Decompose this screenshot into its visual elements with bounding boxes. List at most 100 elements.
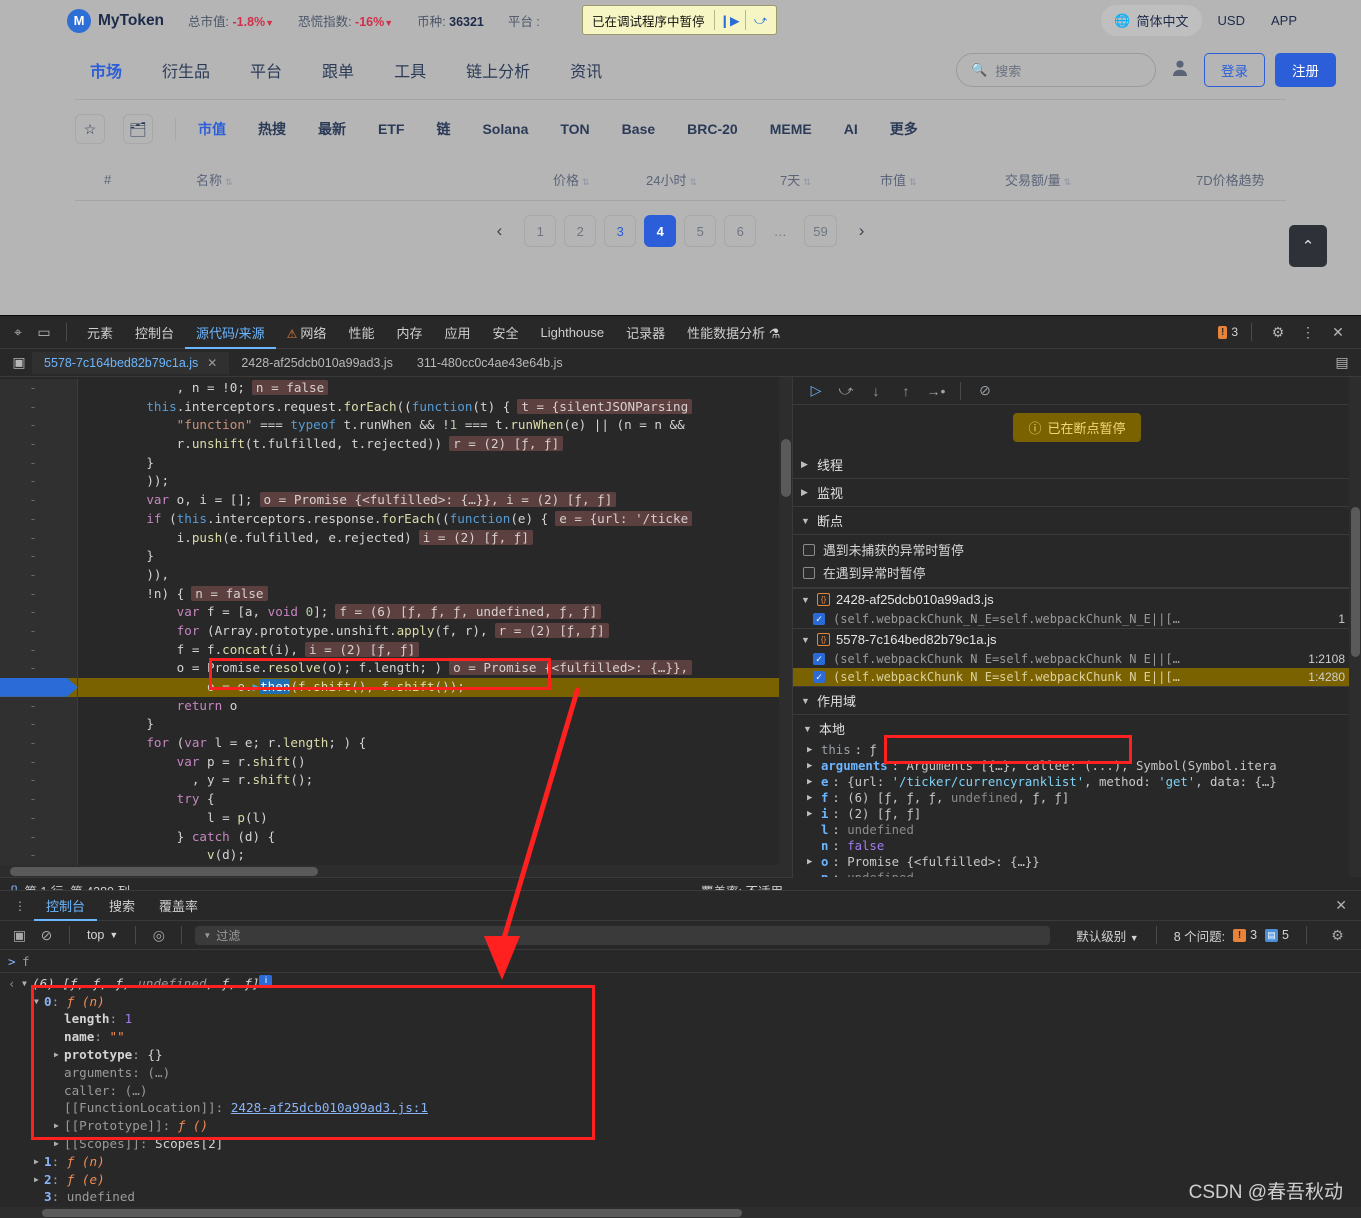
- code-line[interactable]: - r.unshift(t.fulfilled, t.rejected)) r =…: [0, 435, 792, 454]
- chip-marketcap[interactable]: 市值: [198, 119, 226, 139]
- console-output-line[interactable]: ‹ ▼ (6) [ƒ, ƒ, ƒ, undefined, ƒ, ƒ] i: [0, 974, 1361, 993]
- chevron-right-icon[interactable]: ▶: [54, 1046, 64, 1064]
- console-output-line[interactable]: ▼ 0: ƒ (n): [0, 993, 1361, 1011]
- page-1[interactable]: 1: [524, 215, 557, 247]
- favorites-star-icon[interactable]: ☆: [75, 114, 105, 144]
- currency-selector[interactable]: USD: [1208, 7, 1255, 34]
- step-icon[interactable]: →•: [921, 378, 951, 404]
- search-input[interactable]: 🔍 搜索: [956, 53, 1156, 87]
- close-icon[interactable]: ✕: [1335, 897, 1361, 914]
- gutter-breakpoint[interactable]: [0, 584, 14, 604]
- drawer-tab-coverage[interactable]: 覆盖率: [147, 890, 210, 921]
- col-7d[interactable]: 7天 ⇅: [780, 170, 811, 189]
- code-line[interactable]: - }: [0, 453, 792, 473]
- code-line[interactable]: - for (var l = e; r.length; ) {: [0, 734, 792, 753]
- gutter-breakpoint[interactable]: [0, 379, 14, 398]
- gutter-breakpoint[interactable]: [0, 472, 14, 492]
- nav-item-platform[interactable]: 平台: [250, 58, 282, 82]
- breakpoint-group-5578[interactable]: ▼ {} 5578-7c164bed82b79c1a.js: [793, 628, 1361, 650]
- section-threads[interactable]: ▶ 线程: [793, 451, 1361, 479]
- close-icon[interactable]: ✕: [1325, 319, 1351, 345]
- scope-variable[interactable]: ▶ f: (6) [ƒ, ƒ, ƒ, undefined, ƒ, ƒ]: [793, 790, 1361, 806]
- gutter-breakpoint[interactable]: [0, 659, 14, 678]
- page-3[interactable]: 3: [604, 215, 637, 247]
- code-line[interactable]: - var f = [a, void 0]; f = (6) [ƒ, ƒ, ƒ, …: [0, 603, 792, 622]
- scrollbar-thumb[interactable]: [781, 439, 791, 497]
- gutter-breakpoint[interactable]: [0, 435, 14, 454]
- chevron-right-icon[interactable]: ▶: [807, 745, 817, 755]
- chevron-right-icon[interactable]: ▶: [807, 809, 817, 819]
- code-line[interactable]: - !n) {n = false: [0, 584, 792, 604]
- editor-horizontal-scrollbar[interactable]: [0, 865, 792, 877]
- close-icon[interactable]: ✕: [207, 356, 217, 370]
- chevron-right-icon[interactable]: ▶: [807, 777, 817, 787]
- gutter-breakpoint[interactable]: [0, 827, 14, 847]
- code-line[interactable]: - )),: [0, 565, 792, 585]
- code-line[interactable]: - , y = r.shift();: [0, 771, 792, 791]
- col-volume[interactable]: 交易额/量 ⇅: [1005, 170, 1071, 189]
- login-button[interactable]: 登录: [1204, 53, 1265, 87]
- clear-console-icon[interactable]: ⊘: [33, 923, 60, 947]
- more-options-icon[interactable]: ⋮: [6, 899, 34, 913]
- scope-variable[interactable]: ▶ o: Promise {<fulfilled>: {…}}: [793, 854, 1361, 870]
- nav-item-onchain[interactable]: 链上分析: [466, 58, 530, 82]
- gutter-breakpoint[interactable]: [0, 453, 14, 473]
- console-filter-input[interactable]: ▼ 过滤: [195, 925, 1051, 945]
- app-link[interactable]: APP: [1261, 7, 1307, 34]
- back-to-top-button[interactable]: ⌃: [1289, 225, 1327, 267]
- gutter-breakpoint[interactable]: [0, 846, 14, 865]
- gutter-breakpoint[interactable]: [0, 547, 14, 566]
- gutter-breakpoint[interactable]: [0, 528, 14, 548]
- code-line[interactable]: - ));: [0, 472, 792, 492]
- tab-memory[interactable]: 内存: [385, 316, 433, 349]
- console-input-line[interactable]: > f: [0, 953, 1361, 971]
- console-warning-count[interactable]: ▤ 5: [1265, 928, 1289, 942]
- gutter-breakpoint[interactable]: [0, 715, 14, 735]
- console-output-line[interactable]: ▶ prototype: {}: [0, 1046, 1361, 1064]
- scope-variable[interactable]: ▶ this: ƒ: [793, 742, 1361, 758]
- chevron-right-icon[interactable]: ▶: [34, 1153, 44, 1171]
- settings-gear-icon[interactable]: ⚙: [1324, 923, 1351, 947]
- breakpoint-item[interactable]: ✓ (self.webpackChunk_N_E=self.webpackChu…: [793, 610, 1361, 628]
- page-4-current[interactable]: 4: [644, 215, 677, 247]
- step-out-icon[interactable]: ↑: [891, 378, 921, 404]
- info-icon[interactable]: i: [259, 974, 273, 988]
- section-watch[interactable]: ▶ 监视: [793, 479, 1361, 507]
- console-output-line[interactable]: ▶ 1: ƒ (n): [0, 1153, 1361, 1171]
- scrollbar-thumb[interactable]: [10, 867, 318, 876]
- page-5[interactable]: 5: [684, 215, 717, 247]
- live-expression-icon[interactable]: ◎: [145, 923, 172, 947]
- code-line[interactable]: - f = f.concat(i), i = (2) [ƒ, ƒ]: [0, 640, 792, 660]
- code-line[interactable]: - for (Array.prototype.unshift.apply(f, …: [0, 621, 792, 641]
- console-output-line[interactable]: 3: undefined: [0, 1188, 1361, 1206]
- chip-solana[interactable]: Solana: [482, 121, 528, 137]
- device-toolbar-icon[interactable]: ▭: [31, 319, 57, 345]
- pause-exceptions-option[interactable]: 在遇到异常时暂停: [793, 561, 1361, 584]
- code-line[interactable]: - var o, i = []; o = Promise {<fulfilled>…: [0, 491, 792, 510]
- console-output-line[interactable]: ▶ [[Prototype]]: ƒ (): [0, 1117, 1361, 1135]
- breakpoint-item[interactable]: ✓ (self.webpackChunk N E=self.webpackChu…: [793, 650, 1361, 668]
- source-link[interactable]: 2428-af25dcb010a99ad3.js:1: [231, 1100, 428, 1115]
- gutter-breakpoint[interactable]: [0, 565, 14, 585]
- code-line[interactable]: - o = Promise.resolve(o); f.length; ) o =…: [0, 659, 792, 678]
- step-into-icon[interactable]: ↓: [861, 378, 891, 404]
- code-line[interactable]: - "function" === typeof t.runWhen && !1 …: [0, 416, 792, 436]
- tab-performance-insights[interactable]: 性能数据分析 ⚗: [676, 316, 791, 349]
- pause-uncaught-exceptions-option[interactable]: 遇到未捕获的异常时暂停: [793, 538, 1361, 561]
- section-scope[interactable]: ▼ 作用域: [793, 686, 1361, 715]
- console-error-count[interactable]: ! 3: [1233, 928, 1257, 942]
- scrollbar-thumb[interactable]: [42, 1209, 742, 1217]
- chevron-right-icon[interactable]: ▶: [807, 857, 817, 867]
- code-line[interactable]: - i.push(e.fulfilled, e.rejected) i = (2)…: [0, 528, 792, 548]
- tab-console[interactable]: 控制台: [124, 316, 185, 349]
- nav-item-market[interactable]: 市场: [90, 58, 122, 82]
- console-output-line[interactable]: length: 1: [0, 1010, 1361, 1028]
- account-icon[interactable]: [1170, 58, 1190, 83]
- code-line[interactable]: - this.interceptors.request.forEach((fun…: [0, 397, 792, 417]
- code-line[interactable]: - }: [0, 715, 792, 735]
- code-editor[interactable]: - , n = !0; n = false - this.interceptors.…: [0, 377, 793, 877]
- drawer-tab-search[interactable]: 搜索: [97, 890, 147, 921]
- code-line[interactable]: - o = o.▶then(f.shift(), f.shift());: [0, 678, 792, 697]
- page-2[interactable]: 2: [564, 215, 597, 247]
- gutter-breakpoint[interactable]: [0, 603, 14, 622]
